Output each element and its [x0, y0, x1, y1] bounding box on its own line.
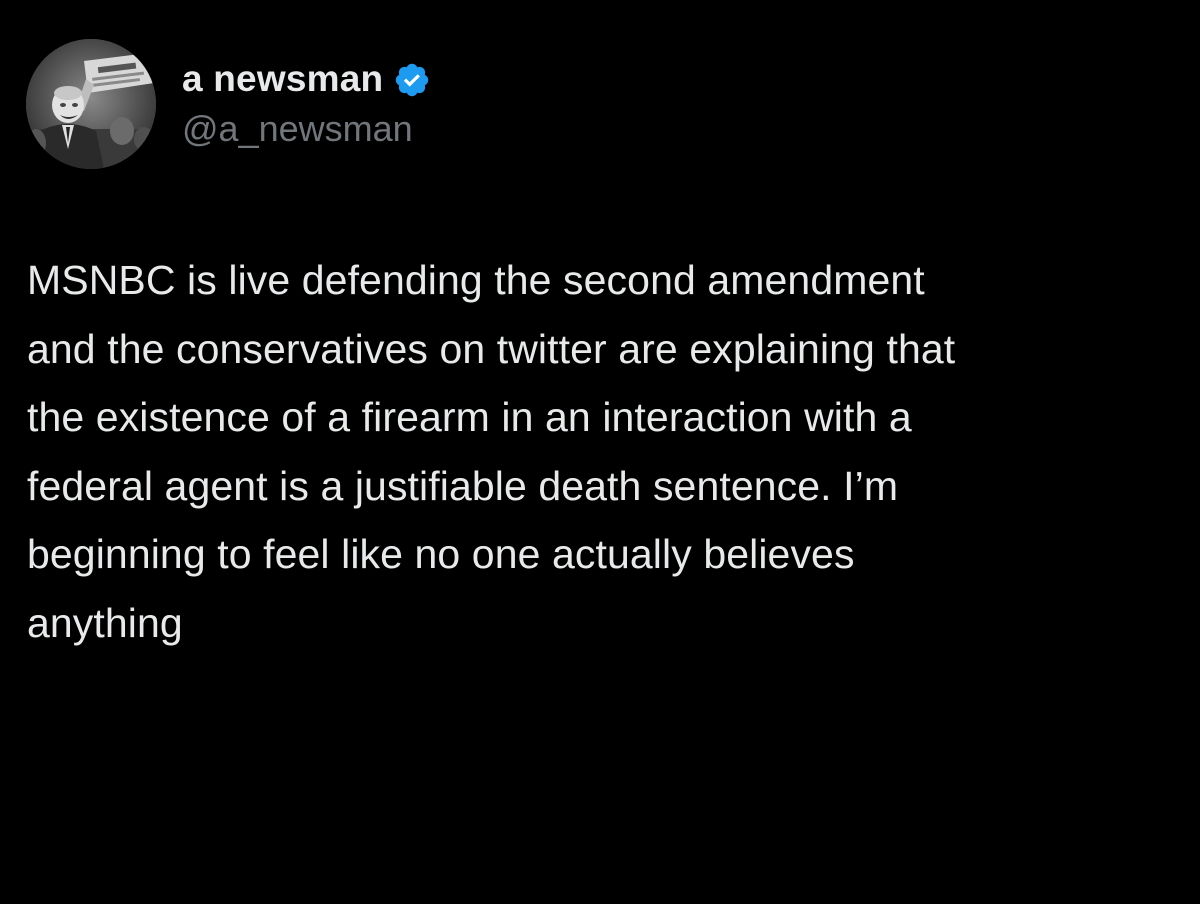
avatar[interactable]: [26, 39, 156, 169]
tweet: a newsman @a_newsman MSNBC is live defen…: [0, 0, 1200, 904]
tweet-text-line: anything: [27, 599, 183, 646]
tweet-text-line: beginning to feel like no one actually b…: [27, 531, 855, 577]
tweet-text-line: MSNBC is live defending the second amend…: [27, 257, 925, 303]
tweet-text-line: and the conservatives on twitter are exp…: [27, 325, 956, 372]
verified-badge-icon[interactable]: [393, 61, 431, 99]
handle[interactable]: @a_newsman: [182, 111, 431, 147]
tweet-text: MSNBC is live defending the second amend…: [27, 246, 1187, 657]
tweet-text-line: the existence of a firearm in an interac…: [27, 394, 912, 440]
avatar-photo: [26, 39, 156, 169]
display-name-row: a newsman: [182, 53, 431, 103]
display-name[interactable]: a newsman: [182, 60, 383, 97]
author-info: a newsman @a_newsman: [182, 53, 431, 147]
tweet-text-line: federal agent is a justifiable death sen…: [27, 462, 899, 509]
tweet-header: a newsman @a_newsman: [26, 38, 431, 170]
